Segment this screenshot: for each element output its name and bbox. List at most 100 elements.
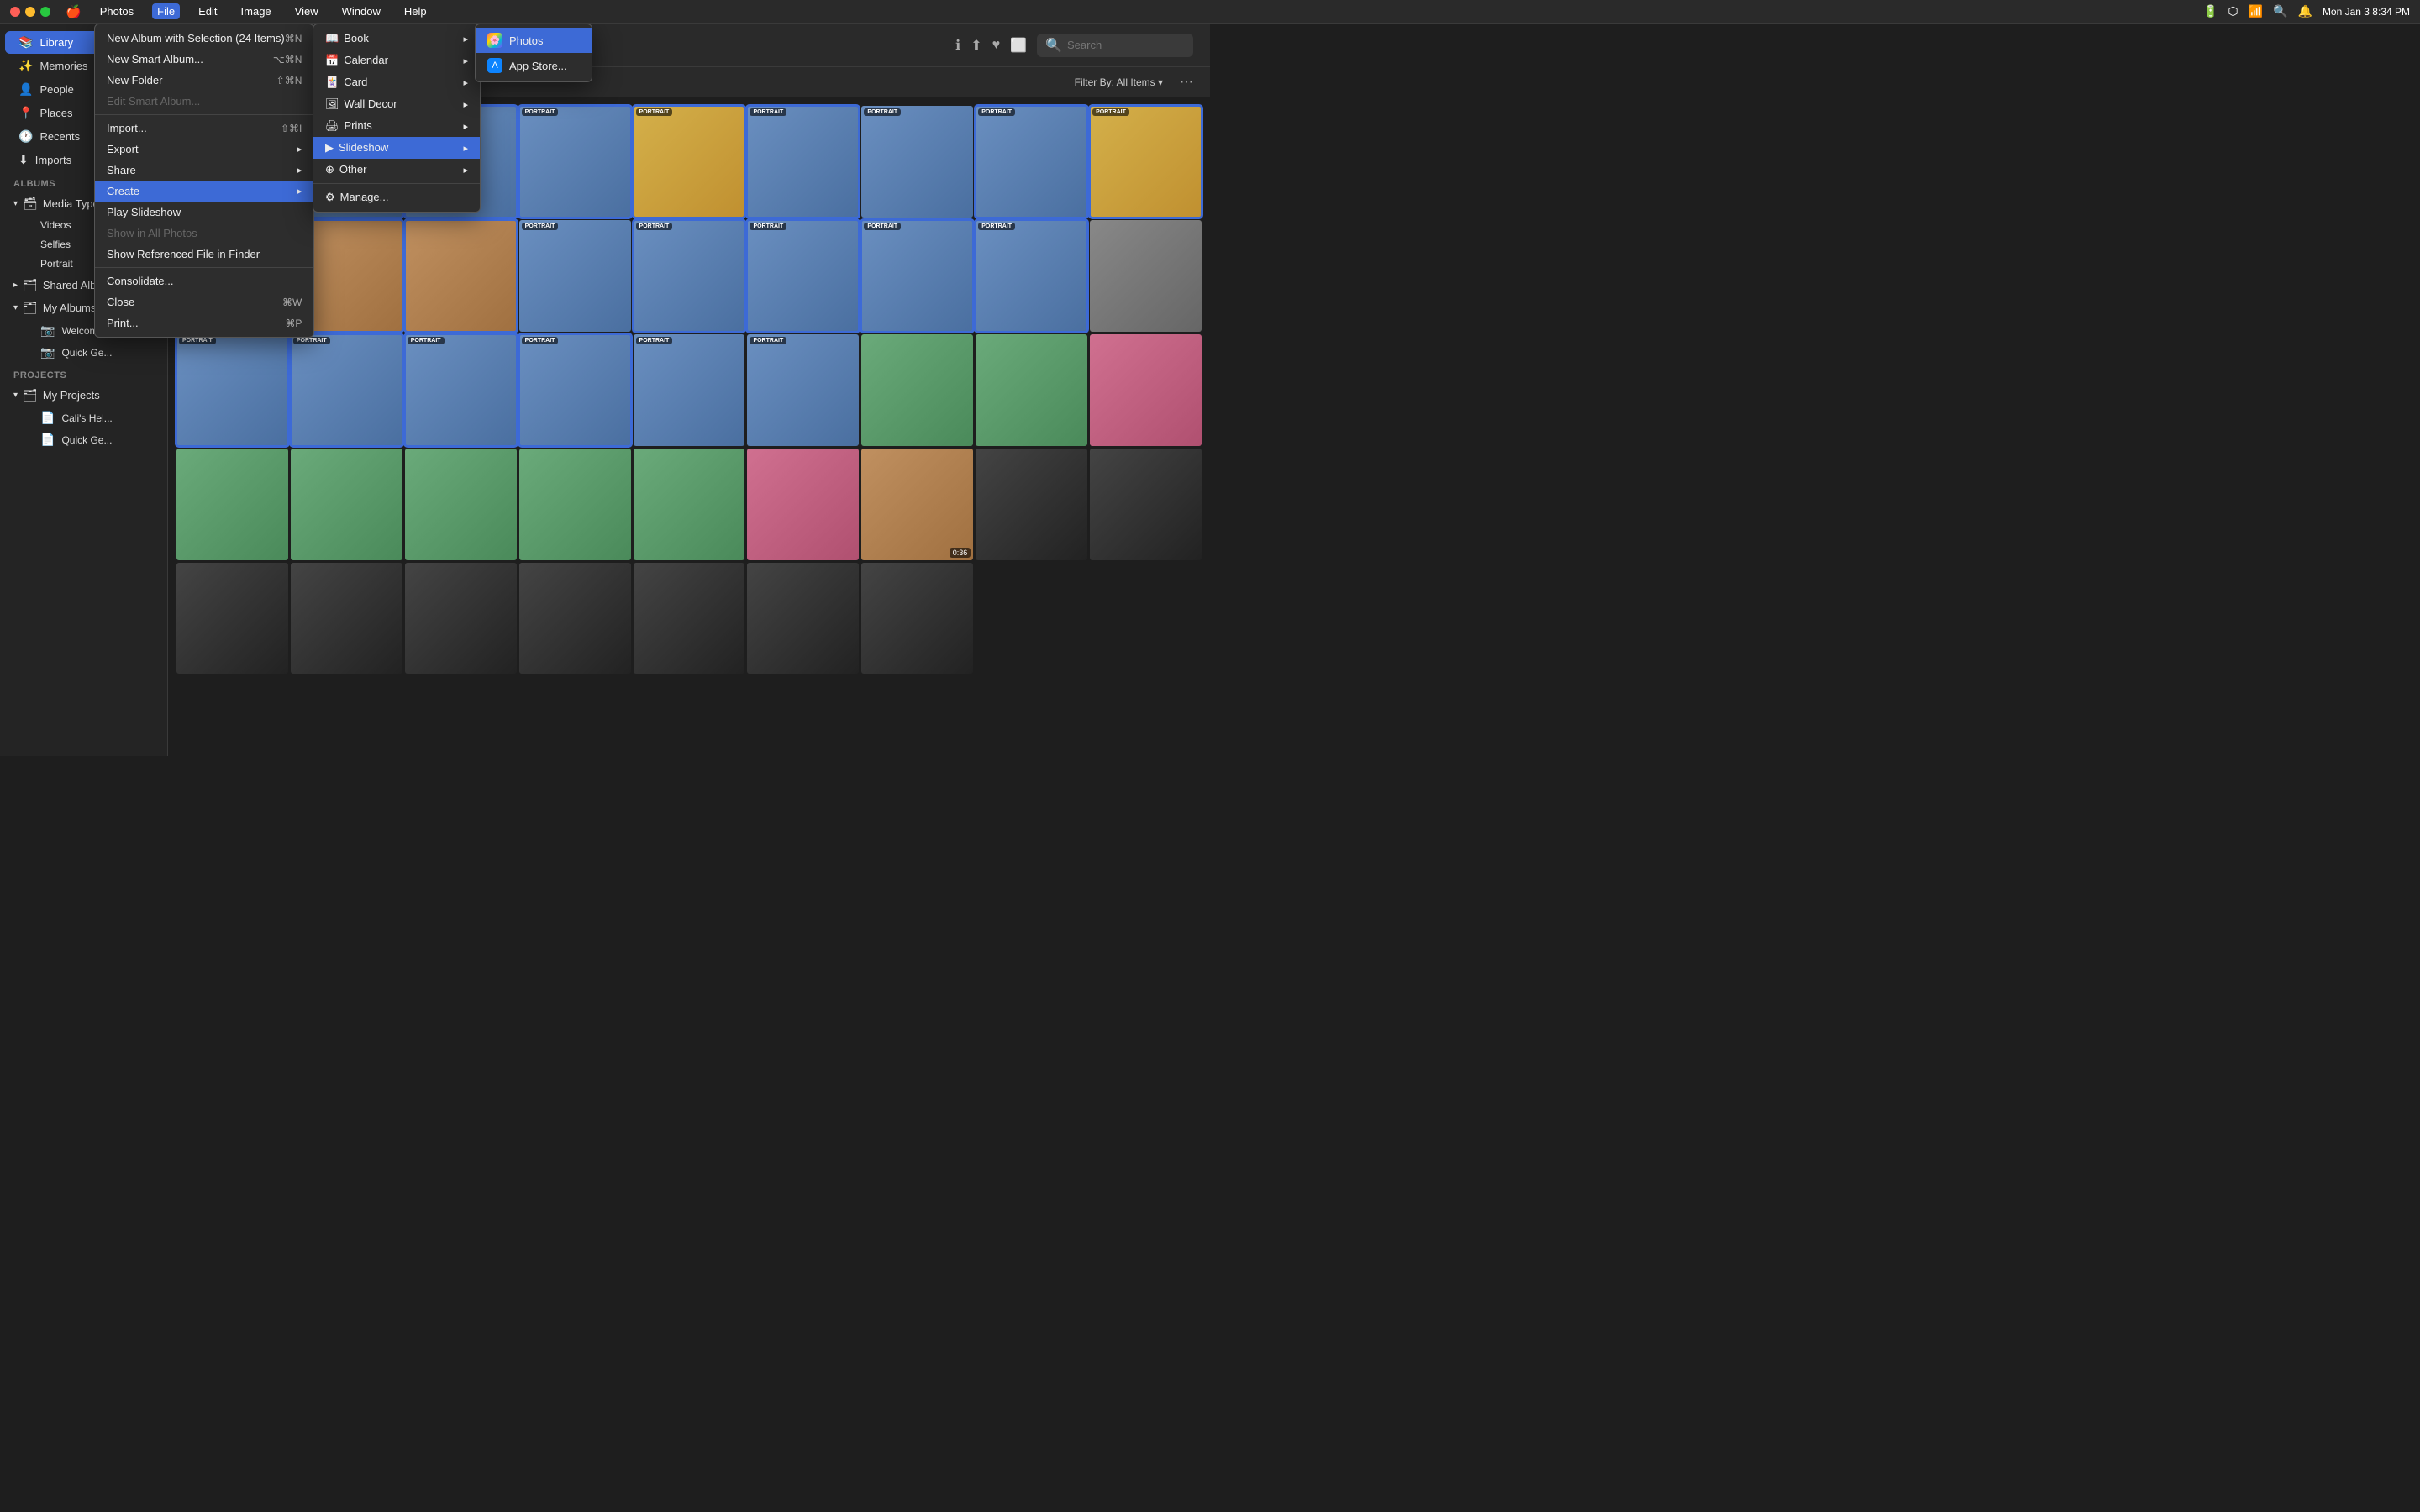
photo-cell[interactable] bbox=[1090, 220, 1202, 332]
photo-cell[interactable]: PORTRAIT bbox=[976, 106, 1087, 218]
frame-icon[interactable]: ⬜ bbox=[1010, 37, 1027, 54]
photo-cell[interactable]: PORTRAIT bbox=[176, 334, 288, 446]
photo-cell[interactable]: PORTRAIT bbox=[405, 334, 517, 446]
photo-cell[interactable]: PORTRAIT bbox=[634, 106, 745, 218]
photo-thumbnail bbox=[519, 220, 631, 332]
create-card[interactable]: 🃏Card ▸ bbox=[313, 71, 480, 93]
photo-cell[interactable]: PORTRAIT bbox=[291, 334, 402, 446]
photo-cell[interactable]: PORTRAIT bbox=[519, 106, 631, 218]
photo-cell[interactable] bbox=[747, 563, 859, 675]
photo-cell[interactable] bbox=[291, 449, 402, 560]
photo-cell[interactable]: PORTRAIT bbox=[747, 334, 859, 446]
portrait-badge: PORTRAIT bbox=[522, 337, 559, 344]
portrait-badge: PORTRAIT bbox=[1092, 108, 1129, 116]
photo-cell[interactable] bbox=[405, 563, 517, 675]
photo-cell[interactable]: PORTRAIT bbox=[861, 220, 973, 332]
photo-cell[interactable] bbox=[634, 563, 745, 675]
search-icon[interactable]: 🔍 bbox=[2273, 4, 2287, 18]
menu-new-smart-album[interactable]: New Smart Album... ⌥⌘N bbox=[95, 49, 313, 70]
create-submenu: 📖Book ▸ 📅Calendar ▸ 🃏Card ▸ 🖼Wall Decor … bbox=[313, 24, 481, 213]
create-slideshow[interactable]: ▶Slideshow ▸ bbox=[313, 137, 480, 159]
search-box[interactable]: 🔍 bbox=[1037, 34, 1193, 57]
menu-create[interactable]: Create ▸ bbox=[95, 181, 313, 202]
share-icon[interactable]: ⬆ bbox=[971, 37, 981, 54]
apple-logo-icon[interactable]: 🍎 bbox=[66, 4, 82, 19]
photo-cell[interactable]: PORTRAIT bbox=[519, 220, 631, 332]
photo-cell[interactable] bbox=[1090, 334, 1202, 446]
my-projects-label: My Projects bbox=[43, 389, 100, 402]
menu-print[interactable]: Print... ⌘P bbox=[95, 312, 313, 333]
sidebar-item-quick-ge2[interactable]: 📄 Quick Ge... bbox=[32, 429, 162, 450]
photos-sub-appstore[interactable]: A App Store... bbox=[476, 53, 592, 78]
photos-sub-photos[interactable]: 🌸 Photos bbox=[476, 28, 592, 53]
photo-cell[interactable] bbox=[405, 220, 517, 332]
create-calendar[interactable]: 📅Calendar ▸ bbox=[313, 50, 480, 71]
photo-cell[interactable] bbox=[747, 449, 859, 560]
memories-icon: ✨ bbox=[18, 59, 33, 73]
photo-cell[interactable] bbox=[1090, 449, 1202, 560]
photo-cell[interactable] bbox=[634, 449, 745, 560]
photo-cell[interactable] bbox=[176, 449, 288, 560]
menu-new-album[interactable]: New Album with Selection (24 Items) ⌘N bbox=[95, 28, 313, 49]
create-book[interactable]: 📖Book ▸ bbox=[313, 28, 480, 50]
photo-cell[interactable]: 0:36 bbox=[861, 449, 973, 560]
photos-app-icon: 🌸 bbox=[487, 33, 502, 48]
menu-import[interactable]: Import... ⇧⌘I bbox=[95, 118, 313, 139]
photo-cell[interactable] bbox=[519, 563, 631, 675]
sidebar-item-cali[interactable]: 📄 Cali's Hel... bbox=[32, 407, 162, 428]
menu-close[interactable]: Close ⌘W bbox=[95, 291, 313, 312]
menu-image[interactable]: Image bbox=[236, 3, 276, 19]
maximize-button[interactable] bbox=[40, 7, 50, 17]
search-input[interactable] bbox=[1067, 39, 1185, 51]
photo-cell[interactable]: PORTRAIT bbox=[976, 220, 1087, 332]
minimize-button[interactable] bbox=[25, 7, 35, 17]
photo-cell[interactable] bbox=[176, 563, 288, 675]
sidebar-item-quick-ge1[interactable]: 📷 Quick Ge... bbox=[32, 342, 162, 363]
photo-cell[interactable] bbox=[976, 449, 1087, 560]
photo-cell[interactable]: PORTRAIT bbox=[747, 220, 859, 332]
menu-export[interactable]: Export ▸ bbox=[95, 139, 313, 160]
info-icon[interactable]: ℹ bbox=[955, 37, 960, 54]
photo-cell[interactable] bbox=[519, 449, 631, 560]
photo-cell[interactable]: PORTRAIT bbox=[861, 106, 973, 218]
separator-2 bbox=[95, 267, 313, 268]
close-button[interactable] bbox=[10, 7, 20, 17]
bluetooth-icon: ⬡ bbox=[2228, 4, 2238, 18]
chevron-down-icon: ▾ bbox=[13, 199, 18, 208]
toolbar-right: ℹ ⬆ ♥ ⬜ 🔍 bbox=[955, 34, 1193, 57]
menu-show-in-finder[interactable]: Show Referenced File in Finder bbox=[95, 244, 313, 265]
separator-1 bbox=[95, 114, 313, 115]
menu-file[interactable]: File bbox=[152, 3, 180, 19]
portrait-badge: PORTRAIT bbox=[750, 108, 786, 116]
chevron-down-icon-2: ▾ bbox=[13, 303, 18, 312]
more-options-icon[interactable]: ··· bbox=[1180, 75, 1193, 90]
menu-consolidate[interactable]: Consolidate... bbox=[95, 270, 313, 291]
photo-cell[interactable]: PORTRAIT bbox=[1090, 106, 1202, 218]
photo-cell[interactable]: PORTRAIT bbox=[519, 334, 631, 446]
photo-cell[interactable] bbox=[976, 334, 1087, 446]
photo-cell[interactable] bbox=[861, 334, 973, 446]
menu-share[interactable]: Share ▸ bbox=[95, 160, 313, 181]
menu-new-folder[interactable]: New Folder ⇧⌘N bbox=[95, 70, 313, 91]
menu-edit[interactable]: Edit bbox=[193, 3, 222, 19]
photo-cell[interactable]: PORTRAIT bbox=[747, 106, 859, 218]
photo-cell[interactable]: PORTRAIT bbox=[634, 220, 745, 332]
menu-window[interactable]: Window bbox=[337, 3, 386, 19]
menu-view[interactable]: View bbox=[290, 3, 324, 19]
photo-thumbnail bbox=[519, 334, 631, 446]
menu-help[interactable]: Help bbox=[399, 3, 432, 19]
photo-cell[interactable] bbox=[405, 449, 517, 560]
photo-cell[interactable] bbox=[291, 563, 402, 675]
photo-thumbnail bbox=[861, 106, 973, 218]
heart-icon[interactable]: ♥ bbox=[992, 38, 1001, 53]
create-wall-decor[interactable]: 🖼Wall Decor ▸ bbox=[313, 93, 480, 115]
menu-photos[interactable]: Photos bbox=[95, 3, 139, 19]
portrait-badge: PORTRAIT bbox=[864, 108, 901, 116]
photo-cell[interactable] bbox=[861, 563, 973, 675]
my-projects-group[interactable]: ▾ 🗂 My Projects bbox=[0, 384, 167, 407]
menu-play-slideshow[interactable]: Play Slideshow bbox=[95, 202, 313, 223]
create-other[interactable]: ⊕Other ▸ bbox=[313, 159, 480, 181]
photo-cell[interactable]: PORTRAIT bbox=[634, 334, 745, 446]
create-manage[interactable]: ⚙Manage... bbox=[313, 186, 480, 208]
create-prints[interactable]: 🖨Prints ▸ bbox=[313, 115, 480, 137]
